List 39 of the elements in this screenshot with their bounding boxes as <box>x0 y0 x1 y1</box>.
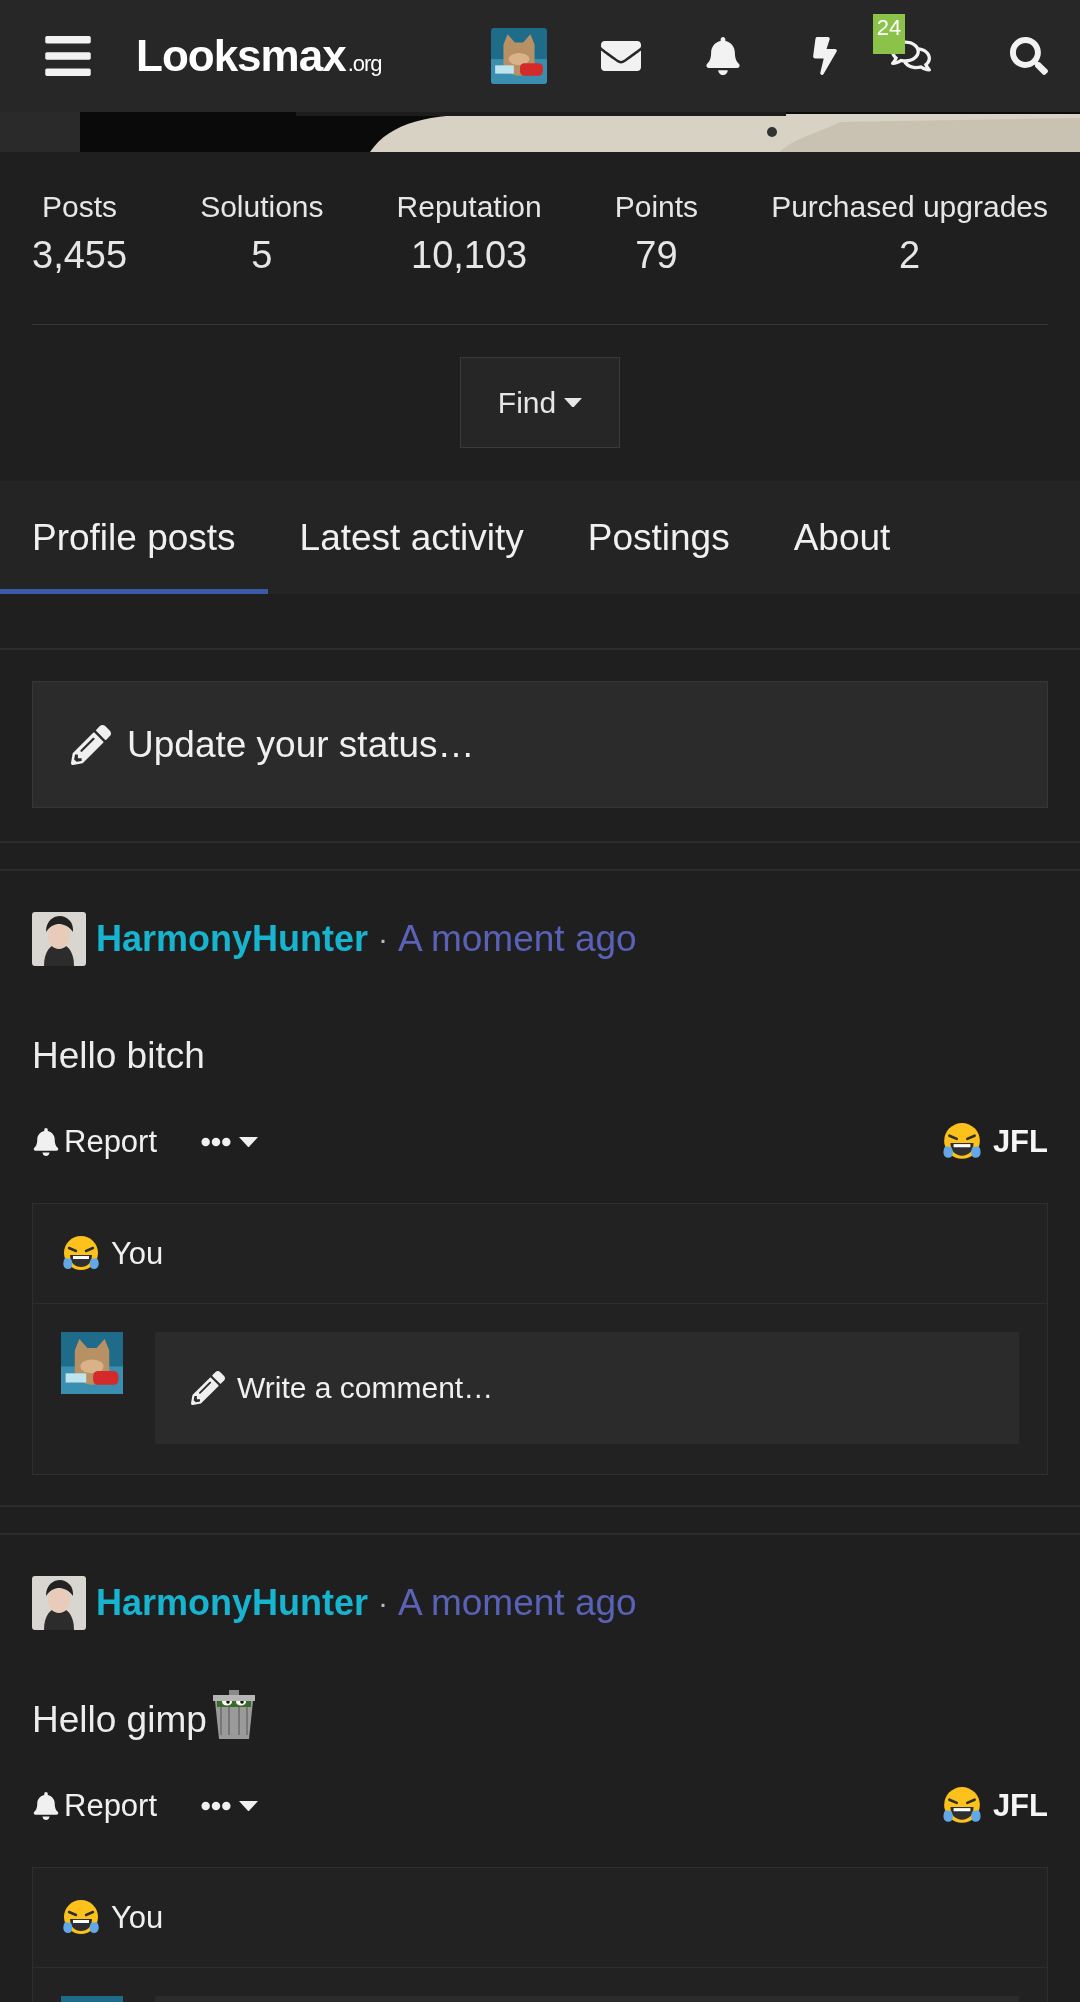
caret-icon <box>239 1136 259 1148</box>
stat-label: Posts <box>42 190 118 224</box>
author-link[interactable]: HarmonyHunter <box>96 918 369 960</box>
report-link[interactable]: Report <box>32 1788 158 1824</box>
bell-icon <box>32 1792 60 1820</box>
stat-label: Reputation <box>396 190 542 224</box>
stat-value: 5 <box>251 234 273 277</box>
post-text: Hello gimp <box>32 1699 207 1741</box>
reactions-summary[interactable]: You <box>33 1204 1047 1304</box>
search-icon[interactable] <box>1010 37 1048 75</box>
stat-value: 2 <box>899 234 921 277</box>
pencil-icon <box>71 724 111 765</box>
caret-icon <box>564 397 583 408</box>
profile-tab[interactable]: Profile posts <box>0 481 268 594</box>
reaction-button[interactable]: JFL <box>940 1121 1048 1163</box>
stat-value: 3,455 <box>32 234 128 277</box>
report-link[interactable]: Report <box>32 1124 158 1160</box>
post-text: Hello bitch <box>32 1035 205 1077</box>
status-field[interactable]: Update your status… <box>32 681 1048 808</box>
bell-icon[interactable] <box>704 37 742 75</box>
bell-icon <box>32 1128 60 1156</box>
notification-badge: 24 <box>872 14 906 54</box>
site-logo[interactable]: Looksmax.org <box>136 31 382 81</box>
stat-label: Purchased upgrades <box>771 190 1048 224</box>
find-button[interactable]: Find <box>460 357 620 448</box>
reaction-button[interactable]: JFL <box>940 1785 1048 1827</box>
profile-tab[interactable]: About <box>761 481 923 594</box>
separator-dot: · <box>378 1586 389 1620</box>
stat-value: 10,103 <box>411 234 528 277</box>
profile-tab[interactable]: Postings <box>555 481 762 594</box>
author-link[interactable]: HarmonyHunter <box>96 1582 369 1624</box>
stat-label: Solutions <box>200 190 324 224</box>
pencil-icon <box>191 1371 225 1405</box>
profile-tab[interactable]: Latest activity <box>267 481 556 594</box>
stat-value: 79 <box>635 234 678 277</box>
separator-dot: · <box>378 922 389 956</box>
caret-icon <box>239 1800 259 1812</box>
stat-label: Points <box>614 190 699 224</box>
comment-field[interactable]: Write a comment… <box>155 1332 1019 1444</box>
